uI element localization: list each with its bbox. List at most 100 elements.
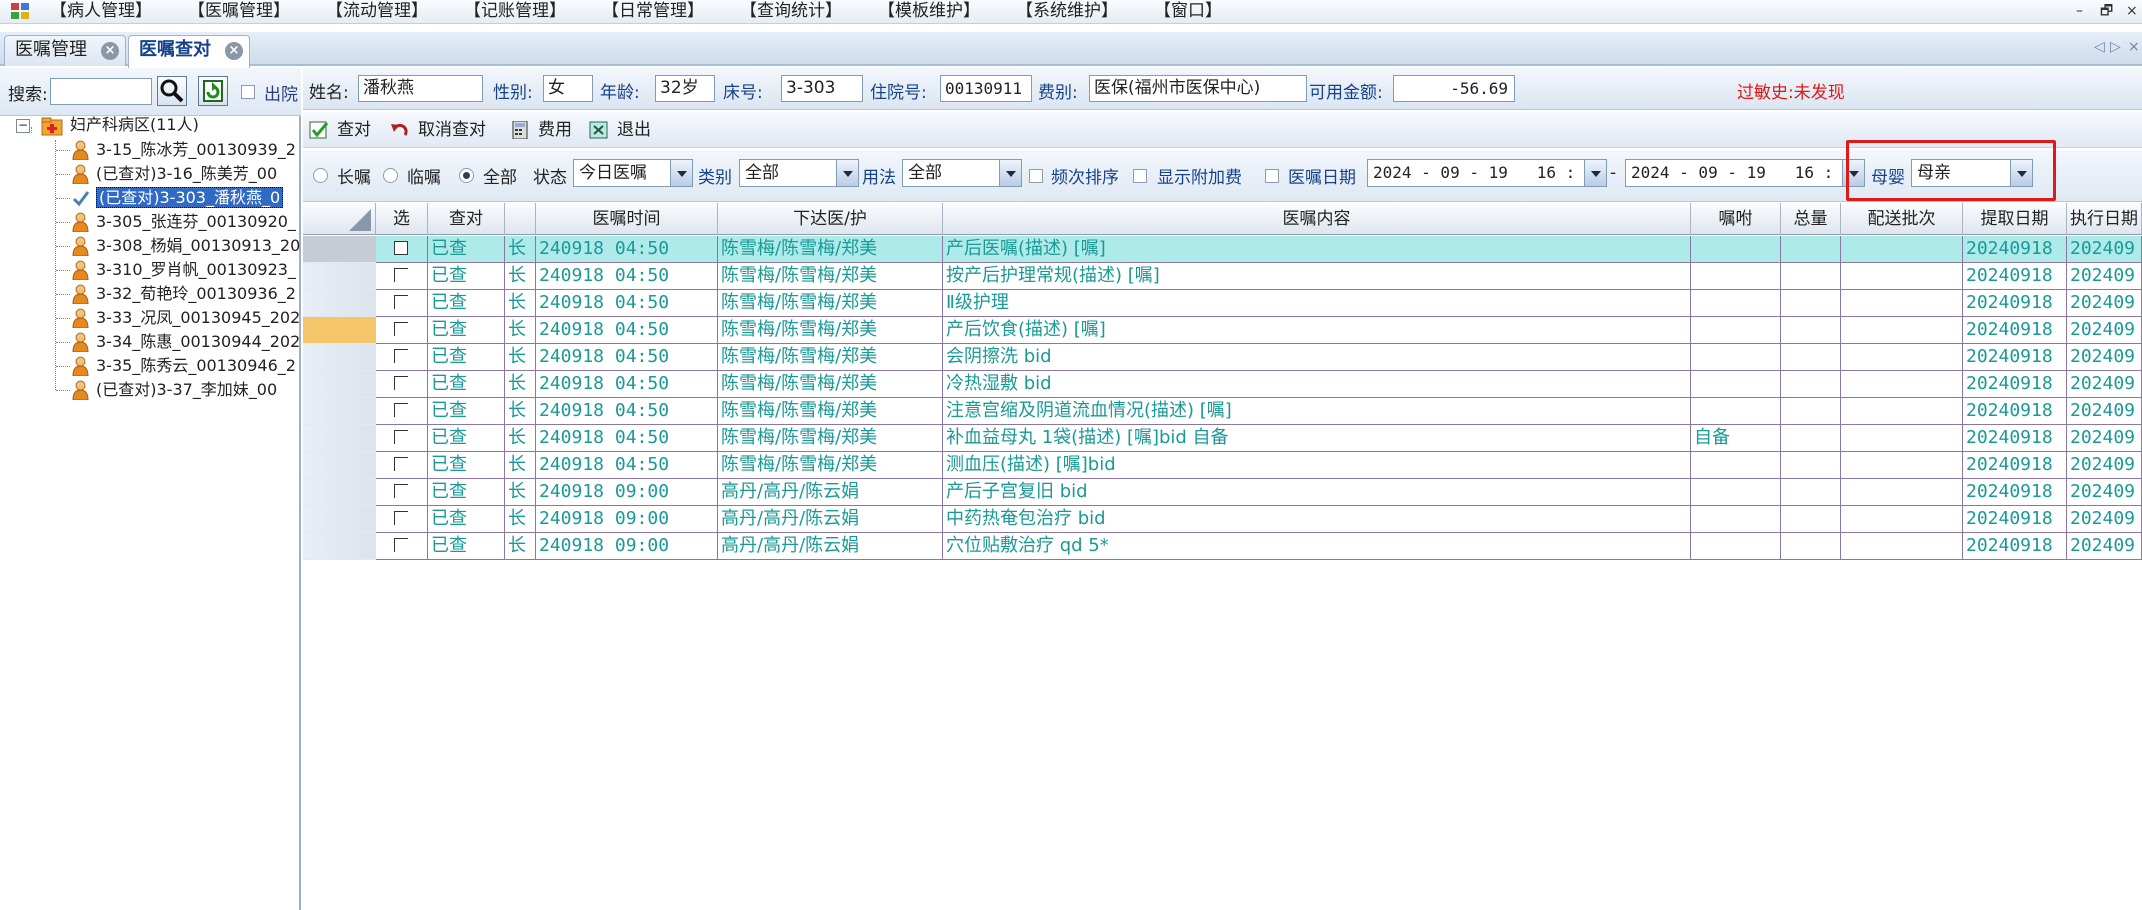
table-row[interactable]: 已查长 240918 04:50 陈雪梅/陈雪梅/郑美 按产后护理常规(描述) [嘱]…	[376, 263, 2142, 290]
show-extra-fee-checkbox[interactable]	[1133, 169, 1147, 183]
tree-patient-item[interactable]: 3-32_荀艳玲_00130936_2	[96, 282, 296, 306]
row-select-checkbox[interactable]	[376, 533, 428, 559]
category-select[interactable]: 全部	[739, 159, 859, 187]
row-header[interactable]	[303, 344, 376, 371]
menu-window[interactable]: 【窗口】	[1154, 0, 1222, 22]
chevron-down-icon[interactable]	[999, 160, 1021, 186]
row-header[interactable]	[303, 263, 376, 290]
row-select-checkbox[interactable]	[376, 425, 428, 451]
tab-close-all-icon[interactable]: ×	[2128, 39, 2140, 55]
checkbox-icon[interactable]	[394, 511, 408, 525]
menu-system[interactable]: 【系统维护】	[1016, 0, 1118, 22]
table-row[interactable]: 已查长 240918 04:50 陈雪梅/陈雪梅/郑美 产后医嘱(描述) [嘱] 202…	[376, 236, 2142, 263]
chevron-down-icon[interactable]	[1584, 160, 1606, 186]
col-doctor-nurse[interactable]: 下达医/护	[718, 203, 943, 235]
tree-patient-item[interactable]: 3-35_陈秀云_00130946_2	[96, 354, 296, 378]
cancel-check-button[interactable]: 取消查对	[390, 117, 500, 143]
table-row[interactable]: 已查长 240918 09:00 高丹/高丹/陈云娟 中药热奄包治疗 bid 20240…	[376, 506, 2142, 533]
chevron-down-icon[interactable]	[836, 160, 858, 186]
col-order-content[interactable]: 医嘱内容	[943, 203, 1691, 235]
tab-order-check[interactable]: 医嘱查对 ×	[128, 35, 250, 68]
table-row[interactable]: 已查长 240918 04:50 陈雪梅/陈雪梅/郑美 Ⅱ级护理 20240918 202…	[376, 290, 2142, 317]
row-header[interactable]	[303, 479, 376, 506]
checkbox-icon[interactable]	[394, 349, 408, 363]
tree-collapse-toggle[interactable]: −	[16, 119, 30, 133]
checkbox-icon[interactable]	[394, 322, 408, 336]
row-header[interactable]	[303, 290, 376, 317]
col-instruction[interactable]: 嘱咐	[1691, 203, 1781, 235]
chevron-down-icon[interactable]	[670, 160, 692, 186]
all-orders-radio[interactable]	[459, 168, 474, 183]
row-select-checkbox[interactable]	[376, 263, 428, 289]
date-from-picker[interactable]: 2024 - 09 - 19 16 : 50	[1367, 159, 1607, 187]
refresh-button[interactable]	[198, 76, 228, 106]
checkbox-icon[interactable]	[394, 457, 408, 471]
row-select-checkbox[interactable]	[376, 290, 428, 316]
row-select-checkbox[interactable]	[376, 506, 428, 532]
discharged-checkbox[interactable]	[241, 85, 255, 99]
checkbox-icon[interactable]	[394, 268, 408, 282]
menu-patient[interactable]: 【病人管理】	[50, 0, 152, 22]
row-header[interactable]	[303, 425, 376, 452]
row-header[interactable]	[303, 398, 376, 425]
table-row[interactable]: 已查长 240918 04:50 陈雪梅/陈雪梅/郑美 测血压(描述) [嘱]bid 2…	[376, 452, 2142, 479]
row-select-checkbox[interactable]	[376, 371, 428, 397]
checkbox-icon[interactable]	[394, 403, 408, 417]
order-date-checkbox[interactable]	[1265, 169, 1279, 183]
long-order-radio[interactable]	[313, 168, 328, 183]
date-to-picker[interactable]: 2024 - 09 - 19 16 : 50	[1625, 159, 1865, 187]
row-header[interactable]	[303, 236, 376, 263]
search-input[interactable]	[50, 78, 152, 105]
row-select-checkbox[interactable]	[376, 344, 428, 370]
table-row[interactable]: 已查长 240918 09:00 高丹/高丹/陈云娟 穴位贴敷治疗 qd 5* 2024…	[376, 533, 2142, 560]
tree-patient-item[interactable]: (已查对)3-16_陈美芳_00	[96, 162, 277, 186]
table-row[interactable]: 已查长 240918 04:50 陈雪梅/陈雪梅/郑美 产后饮食(描述) [嘱] 202…	[376, 317, 2142, 344]
menu-template[interactable]: 【模板维护】	[878, 0, 980, 22]
col-select[interactable]: 选	[376, 203, 428, 235]
row-header[interactable]	[303, 452, 376, 479]
close-window-icon[interactable]: ×	[2126, 0, 2138, 22]
row-header[interactable]	[303, 317, 376, 344]
restore-icon[interactable]: 🗗	[2100, 0, 2113, 22]
tree-root-ward[interactable]: 妇产科病区(11人)	[70, 113, 199, 137]
tree-patient-item[interactable]: 3-15_陈冰芳_00130939_2	[96, 138, 296, 162]
row-select-checkbox[interactable]	[376, 398, 428, 424]
tree-patient-item[interactable]: 3-310_罗肖帆_00130923_	[96, 258, 296, 282]
checkbox-icon[interactable]	[394, 295, 408, 309]
col-type[interactable]	[505, 203, 536, 235]
menu-daily[interactable]: 【日常管理】	[602, 0, 704, 22]
col-exec-date[interactable]: 执行日期	[2067, 203, 2142, 235]
checkbox-icon[interactable]	[394, 430, 408, 444]
close-tab-icon[interactable]: ×	[101, 42, 119, 60]
menu-query[interactable]: 【查询统计】	[740, 0, 842, 22]
row-header[interactable]	[303, 506, 376, 533]
table-row[interactable]: 已查长 240918 04:50 陈雪梅/陈雪梅/郑美 补血益母丸 1袋(描述) [嘱…	[376, 425, 2142, 452]
minimize-icon[interactable]: –	[2076, 0, 2083, 22]
tab-order-management[interactable]: 医嘱管理 ×	[4, 35, 126, 66]
tree-patient-item[interactable]: 3-33_况凤_00130945_202	[96, 306, 300, 330]
status-select[interactable]: 今日医嘱	[573, 159, 693, 187]
freq-sort-checkbox[interactable]	[1029, 169, 1043, 183]
close-tab-icon[interactable]: ×	[225, 42, 243, 60]
search-button[interactable]	[157, 76, 187, 106]
fee-button[interactable]: 费用	[510, 117, 580, 143]
col-check[interactable]: 查对	[428, 203, 505, 235]
table-row[interactable]: 已查长 240918 04:50 陈雪梅/陈雪梅/郑美 注意宫缩及阴道流血情况(描述)…	[376, 398, 2142, 425]
row-select-checkbox[interactable]	[376, 236, 428, 262]
menu-orders[interactable]: 【医嘱管理】	[188, 0, 290, 22]
table-row[interactable]: 已查长 240918 04:50 陈雪梅/陈雪梅/郑美 冷热湿敷 bid 2024091…	[376, 371, 2142, 398]
tree-patient-item[interactable]: (已查对)3-37_李加妹_00	[96, 378, 277, 402]
tab-prev-icon[interactable]: ◁	[2094, 39, 2105, 55]
menu-billing[interactable]: 【记账管理】	[464, 0, 566, 22]
col-extract-date[interactable]: 提取日期	[1963, 203, 2067, 235]
check-button[interactable]: 查对	[309, 117, 379, 143]
checkbox-icon[interactable]	[394, 241, 408, 255]
col-order-time[interactable]: 医嘱时间	[536, 203, 718, 235]
checkbox-icon[interactable]	[394, 484, 408, 498]
usage-select[interactable]: 全部	[902, 159, 1022, 187]
exit-button[interactable]: 退出	[589, 117, 659, 143]
checkbox-icon[interactable]	[394, 376, 408, 390]
tree-patient-item[interactable]: 3-308_杨娟_00130913_20	[96, 234, 300, 258]
col-delivery-batch[interactable]: 配送批次	[1841, 203, 1963, 235]
row-select-checkbox[interactable]	[376, 479, 428, 505]
